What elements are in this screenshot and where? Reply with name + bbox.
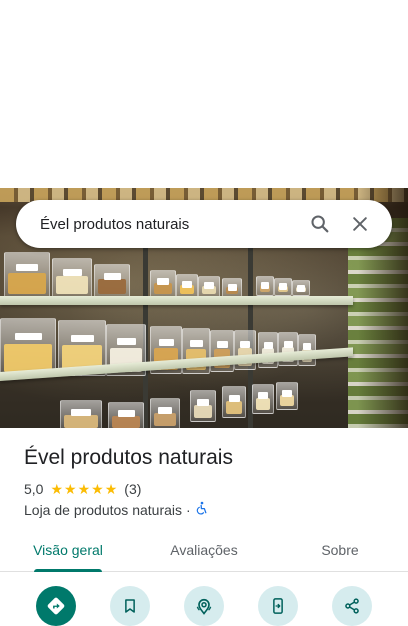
jar bbox=[150, 398, 180, 428]
send-to-phone-button[interactable] bbox=[258, 586, 298, 626]
separator: · bbox=[186, 501, 191, 518]
jar bbox=[190, 390, 216, 422]
jar bbox=[150, 270, 176, 298]
jar bbox=[52, 258, 92, 298]
jar bbox=[60, 400, 102, 428]
action-buttons bbox=[0, 586, 408, 626]
search-bar[interactable]: Ével produtos naturais bbox=[16, 200, 392, 248]
jar bbox=[108, 402, 144, 428]
place-tabs: Visão geral Avaliações Sobre bbox=[0, 528, 408, 572]
wheelchair-icon bbox=[195, 501, 209, 518]
star-icon: ★ bbox=[50, 481, 64, 497]
share-button[interactable] bbox=[332, 586, 372, 626]
jar bbox=[276, 382, 298, 410]
tab-overview[interactable]: Visão geral bbox=[0, 528, 136, 572]
jar bbox=[176, 274, 198, 298]
directions-icon bbox=[47, 597, 65, 615]
star-icon: ★ bbox=[104, 481, 118, 497]
shelf bbox=[0, 296, 353, 305]
jar bbox=[0, 318, 56, 376]
rating-stars: ★ ★ ★ ★ ★ bbox=[50, 482, 118, 496]
jar bbox=[252, 384, 274, 414]
nearby-button[interactable] bbox=[184, 586, 224, 626]
jar bbox=[94, 264, 130, 298]
rating-value: 5,0 bbox=[24, 481, 44, 497]
review-count[interactable]: (3) bbox=[124, 481, 141, 497]
send-to-phone-icon bbox=[273, 598, 283, 614]
bookmark-icon bbox=[125, 599, 135, 613]
jar bbox=[198, 276, 220, 298]
close-icon[interactable] bbox=[340, 204, 380, 244]
category-row: Loja de produtos naturais · bbox=[24, 501, 209, 518]
jar bbox=[256, 276, 274, 296]
jar bbox=[222, 386, 246, 418]
place-category: Loja de produtos naturais bbox=[24, 501, 182, 518]
star-icon: ★ bbox=[91, 481, 104, 497]
share-icon bbox=[345, 598, 359, 614]
jar bbox=[4, 252, 50, 298]
star-icon: ★ bbox=[64, 481, 77, 497]
tab-about[interactable]: Sobre bbox=[272, 528, 408, 571]
search-icon[interactable] bbox=[300, 204, 340, 244]
jar bbox=[292, 280, 310, 296]
directions-button[interactable] bbox=[36, 586, 76, 626]
star-icon: ★ bbox=[77, 481, 91, 497]
jar bbox=[274, 278, 292, 296]
rating-row[interactable]: 5,0 ★ ★ ★ ★ ★ (3) bbox=[24, 481, 141, 497]
search-input[interactable]: Ével produtos naturais bbox=[40, 216, 300, 233]
save-button[interactable] bbox=[110, 586, 150, 626]
place-title: Ével produtos naturais bbox=[24, 446, 233, 469]
nearby-icon bbox=[196, 598, 212, 615]
jar bbox=[222, 278, 242, 298]
tab-reviews[interactable]: Avaliações bbox=[136, 528, 272, 571]
